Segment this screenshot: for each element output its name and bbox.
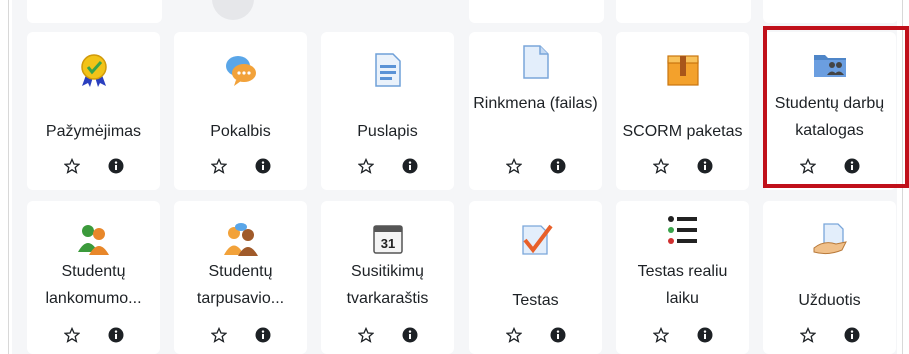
- scorm-package-icon: [665, 52, 701, 88]
- assignment-icon: [812, 221, 848, 257]
- star-icon[interactable]: [357, 157, 375, 175]
- activity-tile-susitikimu-tvarkarastis[interactable]: 31 Susitikimų tvarkaraštis: [321, 201, 454, 354]
- info-icon[interactable]: [843, 326, 861, 344]
- peer-review-icon: [223, 221, 259, 257]
- tile-label: Pažymėjimas: [45, 123, 142, 140]
- tile-label: Užduotis: [798, 292, 861, 309]
- activity-tile-rinkmena[interactable]: Rinkmena (failas): [469, 32, 602, 190]
- realtime-quiz-icon: [665, 213, 701, 249]
- info-icon[interactable]: [843, 157, 861, 175]
- activity-tile-scorm[interactable]: SCORM paketas: [616, 32, 749, 190]
- page-icon: [370, 52, 406, 88]
- chat-icon: [223, 52, 259, 88]
- calendar-day: 31: [380, 236, 394, 251]
- certificate-icon: [76, 52, 112, 88]
- tile-label: SCORM paketas: [622, 123, 743, 140]
- activity-tile-studentu-darbu-katalogas[interactable]: Studentų darbų katalogas: [763, 32, 896, 190]
- star-icon[interactable]: [63, 326, 81, 344]
- tile-label: Testas realiu laiku: [637, 263, 728, 307]
- tile-label: Testas: [512, 292, 559, 309]
- star-icon[interactable]: [799, 326, 817, 344]
- quiz-icon: [518, 221, 554, 257]
- activity-tile-pokalbis[interactable]: Pokalbis: [174, 32, 307, 190]
- activity-tile-testas[interactable]: Testas: [469, 201, 602, 354]
- tile-label: Studentų darbų katalogas: [774, 95, 885, 139]
- activity-tile-pazymejimas[interactable]: Pažymėjimas: [27, 32, 160, 190]
- star-icon[interactable]: [505, 326, 523, 344]
- tile-label: Studentų tarpusavio...: [196, 263, 285, 307]
- info-icon[interactable]: [549, 326, 567, 344]
- tile-partial[interactable]: [27, 0, 162, 23]
- star-icon[interactable]: [210, 326, 228, 344]
- tile-partial[interactable]: [469, 0, 604, 23]
- star-icon[interactable]: [799, 157, 817, 175]
- tile-partial[interactable]: [616, 0, 751, 23]
- activity-tile-studentu-lankomumo[interactable]: Studentų lankomumo...: [27, 201, 160, 354]
- info-icon[interactable]: [254, 157, 272, 175]
- info-icon[interactable]: [401, 326, 419, 344]
- tile-label: Studentų lankomumo...: [45, 263, 142, 307]
- file-icon: [518, 44, 554, 80]
- tile-partial[interactable]: [763, 0, 898, 23]
- folder-users-icon: [812, 46, 848, 82]
- star-icon[interactable]: [652, 326, 670, 344]
- star-icon[interactable]: [505, 157, 523, 175]
- scroll-indicator: [212, 0, 254, 20]
- info-icon[interactable]: [107, 326, 125, 344]
- attendance-icon: [76, 221, 112, 257]
- star-icon[interactable]: [357, 326, 375, 344]
- activity-tile-puslapis[interactable]: Puslapis: [321, 32, 454, 190]
- info-icon[interactable]: [254, 326, 272, 344]
- info-icon[interactable]: [696, 326, 714, 344]
- tile-label: Susitikimų tvarkaraštis: [346, 263, 429, 307]
- info-icon[interactable]: [107, 157, 125, 175]
- activity-tile-uzduotis[interactable]: Užduotis: [763, 201, 896, 354]
- info-icon[interactable]: [696, 157, 714, 175]
- tile-label: Pokalbis: [210, 123, 271, 140]
- calendar-icon: 31: [370, 221, 406, 257]
- tile-label: Rinkmena (failas): [473, 95, 598, 112]
- star-icon[interactable]: [63, 157, 81, 175]
- star-icon[interactable]: [210, 157, 228, 175]
- activity-tile-studentu-tarpusavio[interactable]: Studentų tarpusavio...: [174, 201, 307, 354]
- info-icon[interactable]: [549, 157, 567, 175]
- info-icon[interactable]: [401, 157, 419, 175]
- tile-label: Puslapis: [357, 123, 418, 140]
- star-icon[interactable]: [652, 157, 670, 175]
- activity-tile-testas-realiu-laiku[interactable]: Testas realiu laiku: [616, 201, 749, 354]
